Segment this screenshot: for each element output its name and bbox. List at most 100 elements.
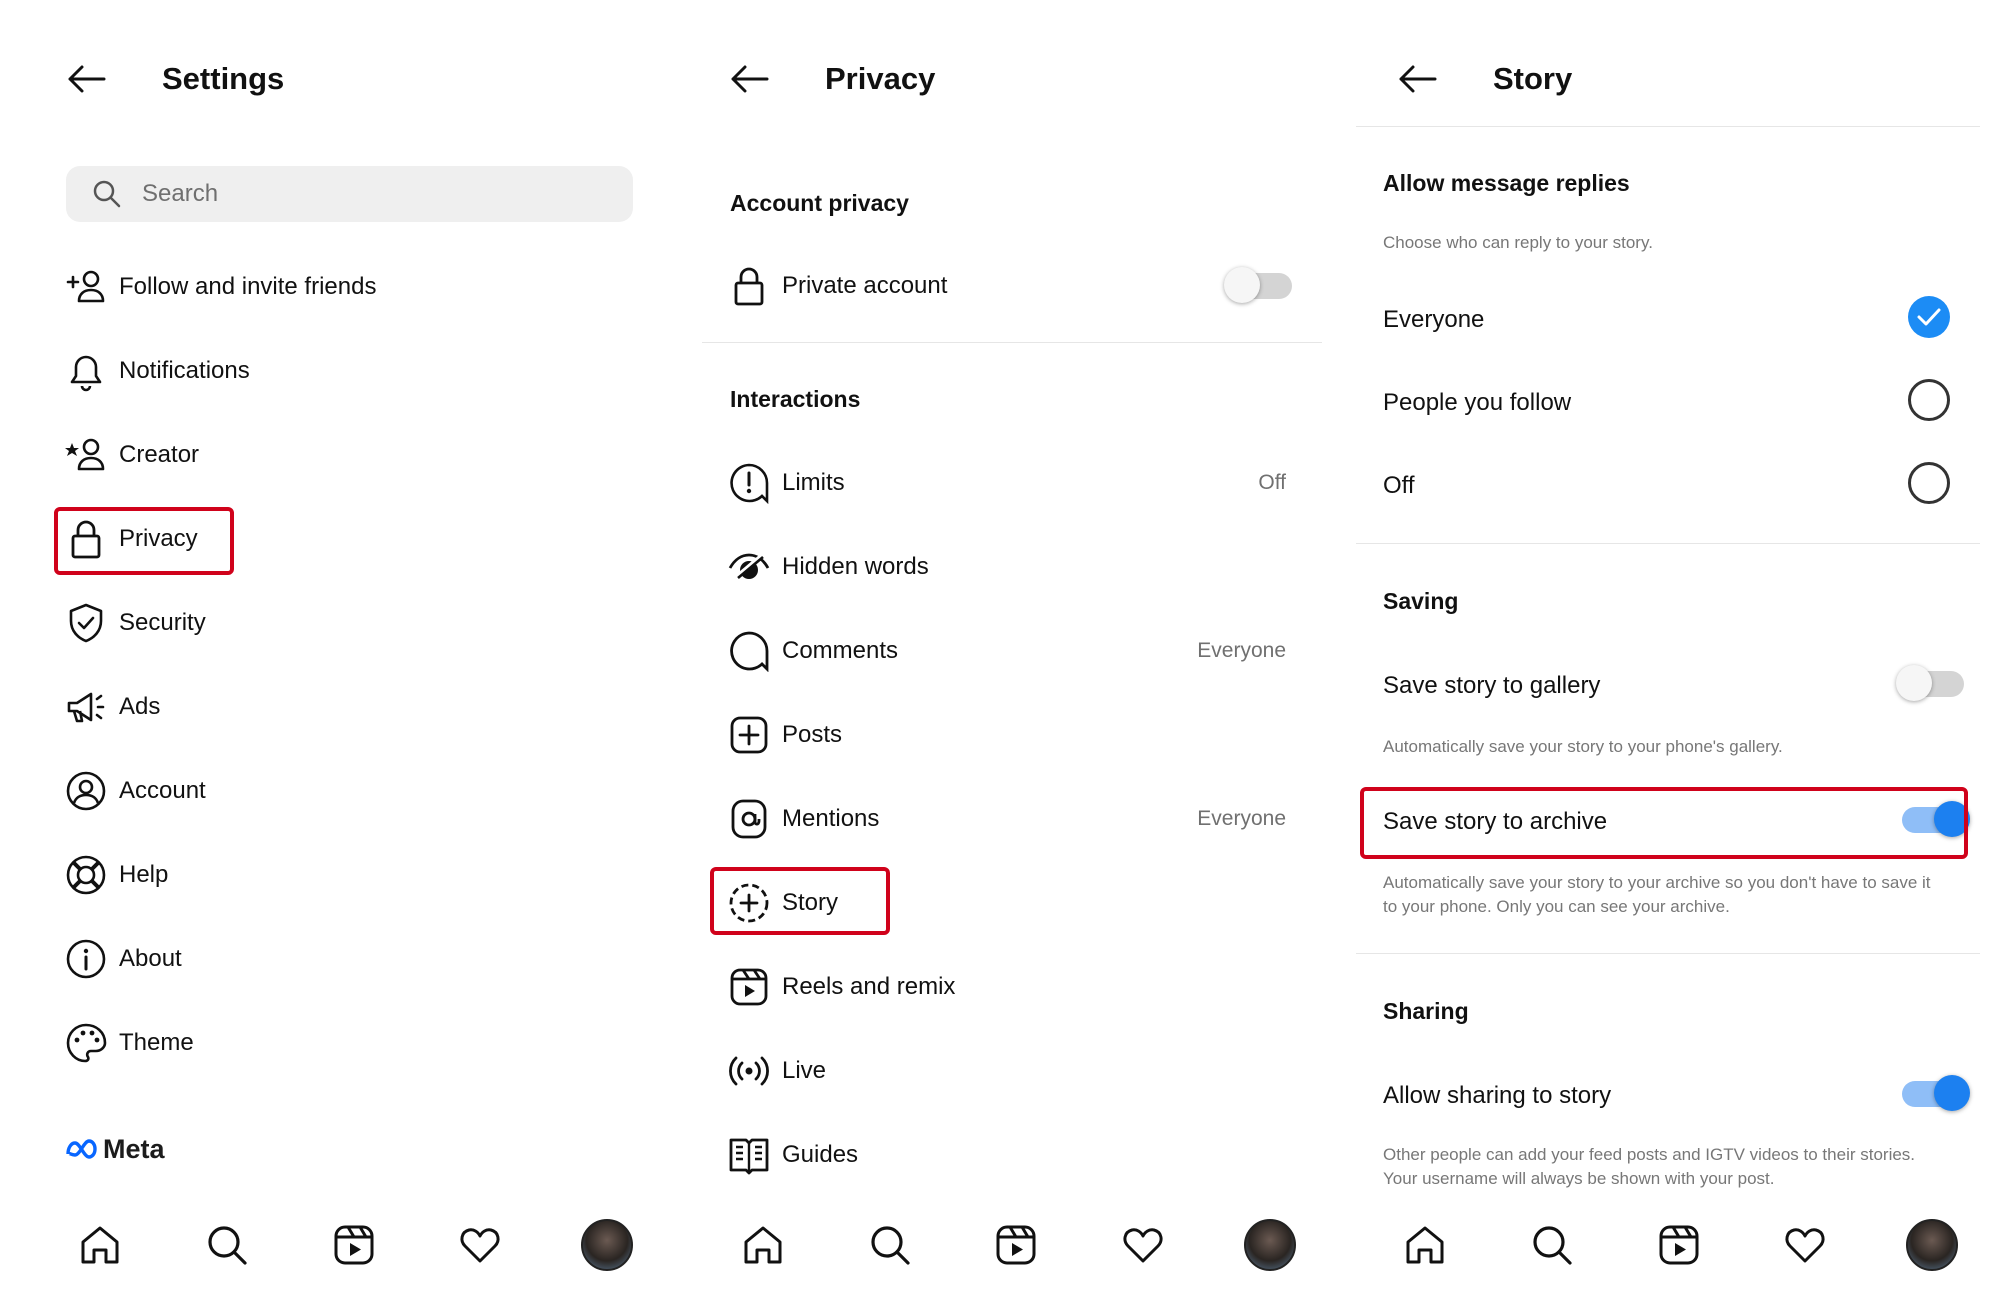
tab-reels[interactable]: [988, 1217, 1044, 1273]
settings-item-creator[interactable]: Creator: [63, 427, 199, 483]
tab-home[interactable]: [72, 1217, 128, 1273]
reels-icon: [1659, 1225, 1699, 1265]
info-icon: [63, 936, 109, 982]
divider: [702, 342, 1322, 343]
highlight-box: [1360, 787, 1968, 859]
toggle-knob: [1934, 1075, 1970, 1111]
toggle-knob: [1224, 267, 1260, 303]
save-gallery-toggle[interactable]: [1896, 665, 1964, 701]
add-user-icon: [63, 264, 109, 310]
settings-item-account[interactable]: Account: [63, 763, 206, 819]
settings-item-label: Help: [119, 861, 169, 888]
arrow-left-icon: [68, 65, 106, 93]
tab-activity[interactable]: [1777, 1217, 1833, 1273]
tab-profile[interactable]: [579, 1217, 635, 1273]
plus-square-icon: [726, 712, 772, 758]
tab-activity[interactable]: [1115, 1217, 1171, 1273]
settings-item-security[interactable]: Security: [63, 595, 206, 651]
reply-option-everyone-radio[interactable]: [1908, 296, 1950, 338]
privacy-item-comments[interactable]: Comments Everyone: [726, 623, 1286, 679]
tab-search[interactable]: [1524, 1217, 1580, 1273]
hidden-words-icon: [726, 544, 772, 590]
page-title: Settings: [162, 61, 285, 96]
privacy-item-label: Reels and remix: [782, 973, 956, 1000]
privacy-item-mentions[interactable]: Mentions Everyone: [726, 791, 1286, 847]
private-account-row[interactable]: Private account: [726, 258, 1286, 314]
creator-icon: [63, 432, 109, 478]
section-heading-saving: Saving: [1383, 588, 1459, 614]
search-icon: [871, 1226, 910, 1265]
privacy-item-label: Guides: [782, 1141, 859, 1168]
settings-item-notifications[interactable]: Notifications: [63, 343, 250, 399]
home-icon: [81, 1226, 119, 1264]
save-gallery-description: Automatically save your story to your ph…: [1383, 737, 1783, 756]
tab-home[interactable]: [735, 1217, 791, 1273]
user-circle-icon: [63, 768, 109, 814]
reply-option-label: People you follow: [1383, 389, 1572, 416]
privacy-item-value: Everyone: [1197, 807, 1286, 830]
tab-reels[interactable]: [326, 1217, 382, 1273]
replies-description: Choose who can reply to your story.: [1383, 233, 1653, 252]
settings-item-ads[interactable]: Ads: [63, 679, 160, 735]
page-title: Privacy: [825, 61, 936, 96]
privacy-item-reels[interactable]: Reels and remix: [726, 959, 1286, 1015]
reels-icon: [334, 1225, 374, 1265]
reply-option-following-radio[interactable]: [1908, 379, 1950, 421]
private-account-toggle[interactable]: [1224, 267, 1292, 303]
back-button[interactable]: [726, 56, 772, 102]
settings-item-label: Notifications: [119, 357, 250, 384]
tab-search[interactable]: [862, 1217, 918, 1273]
settings-item-label: About: [119, 945, 182, 972]
toggle-knob: [1896, 665, 1932, 701]
guides-icon: [726, 1132, 772, 1178]
privacy-item-live[interactable]: Live: [726, 1043, 1286, 1099]
reels-icon: [726, 964, 772, 1010]
back-button[interactable]: [63, 56, 109, 102]
settings-item-label: Ads: [119, 693, 161, 720]
settings-panel: Settings Follow and invite friends Notif…: [0, 0, 680, 1301]
save-archive-description: Automatically save your story to your ar…: [1383, 873, 1931, 916]
tab-activity[interactable]: [452, 1217, 508, 1273]
settings-item-about[interactable]: About: [63, 931, 182, 987]
tab-home[interactable]: [1397, 1217, 1453, 1273]
megaphone-icon: [63, 684, 109, 730]
save-gallery-label: Save story to gallery: [1383, 672, 1601, 699]
section-heading-account-privacy: Account privacy: [730, 190, 909, 216]
privacy-item-hidden-words[interactable]: Hidden words: [726, 539, 1286, 595]
reply-option-label: Everyone: [1383, 306, 1485, 333]
allow-sharing-label: Allow sharing to story: [1383, 1082, 1612, 1109]
privacy-item-label: Live: [782, 1057, 827, 1084]
heart-icon: [1785, 1228, 1825, 1263]
story-panel: Story Allow message replies Choose who c…: [1340, 0, 2000, 1301]
privacy-item-value: Everyone: [1197, 639, 1286, 662]
tab-profile[interactable]: [1904, 1217, 1960, 1273]
privacy-item-posts[interactable]: Posts: [726, 707, 1286, 763]
tab-profile[interactable]: [1242, 1217, 1298, 1273]
section-heading-interactions: Interactions: [730, 386, 861, 412]
search-icon: [208, 1226, 247, 1265]
reply-option-off-radio[interactable]: [1908, 462, 1950, 504]
search-input[interactable]: [142, 180, 592, 208]
divider: [1356, 543, 1980, 544]
reply-option-label: Off: [1383, 472, 1415, 499]
privacy-item-limits[interactable]: Limits Off: [726, 455, 1286, 511]
reels-icon: [996, 1225, 1036, 1265]
arrow-left-icon: [731, 65, 769, 93]
tab-search[interactable]: [199, 1217, 255, 1273]
private-account-label: Private account: [782, 272, 948, 299]
shield-check-icon: [63, 600, 109, 646]
settings-item-label: Follow and invite friends: [119, 273, 377, 300]
settings-item-follow[interactable]: Follow and invite friends: [63, 259, 376, 315]
bell-icon: [63, 348, 109, 394]
search-bar[interactable]: [66, 166, 633, 222]
arrow-left-icon: [1399, 65, 1437, 93]
limits-icon: [726, 460, 772, 506]
settings-item-help[interactable]: Help: [63, 847, 168, 903]
privacy-item-guides[interactable]: Guides: [726, 1127, 1286, 1183]
tab-reels[interactable]: [1651, 1217, 1707, 1273]
comment-icon: [726, 628, 772, 674]
settings-item-theme[interactable]: Theme: [63, 1015, 194, 1071]
allow-sharing-toggle[interactable]: [1902, 1075, 1970, 1111]
back-button[interactable]: [1394, 56, 1440, 102]
avatar: [581, 1219, 633, 1271]
